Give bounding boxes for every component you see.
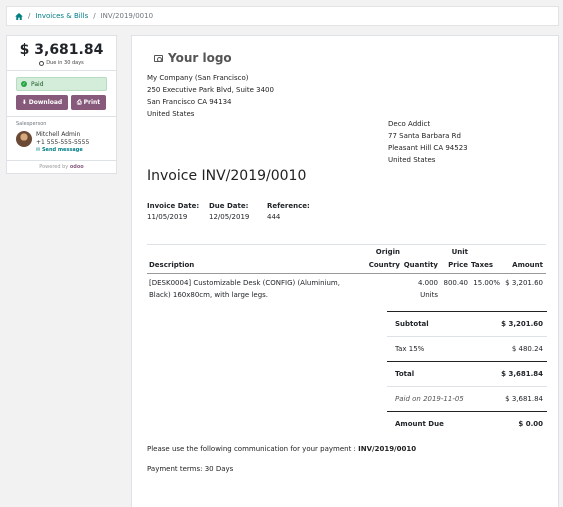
line-amount: $ 3,201.60	[505, 279, 543, 287]
company-address: My Company (San Francisco) 250 Executive…	[147, 72, 274, 120]
status-text: Paid	[31, 80, 44, 88]
invoice-date-block: Invoice Date: 11/05/2019	[147, 201, 199, 223]
powered-by-text: Powered by	[39, 164, 69, 170]
home-icon[interactable]	[15, 12, 23, 20]
salesperson-label: Salesperson	[16, 121, 47, 127]
odoo-logo[interactable]: odoo	[70, 164, 84, 170]
customer-line: Pleasant Hill CA 94523	[388, 144, 468, 152]
line-quantity: 4.000	[417, 279, 438, 287]
paid-row: Paid on 2019-11-05 $ 3,681.84	[387, 386, 547, 411]
total-label: Total	[395, 370, 415, 378]
col-origin-line2: Country	[368, 261, 400, 269]
download-icon: ⬇	[21, 99, 27, 106]
totals-table: Subtotal $ 3,201.60 Tax 15% $ 480.24 Tot…	[387, 311, 547, 436]
invoice-sidebar: $ 3,681.84 Due in 30 days ✓ Paid ⬇ Downl…	[6, 35, 117, 174]
tax-row: Tax 15% $ 480.24	[387, 336, 547, 361]
amount-due-value: $ 0.00	[518, 420, 543, 428]
line-description-1: [DESK0004] Customizable Desk (CONFIG) (A…	[149, 279, 340, 287]
reference-block: Reference: 444	[267, 201, 310, 223]
amount-due-label: Amount Due	[395, 420, 444, 428]
tax-label: Tax 15%	[395, 345, 425, 353]
customer-address: Deco Addict 77 Santa Barbara Rd Pleasant…	[388, 118, 468, 166]
col-quantity: Quantity	[403, 261, 438, 269]
sidebar-total: $ 3,681.84 Due in 30 days	[7, 36, 116, 71]
check-circle-icon: ✓	[21, 81, 27, 87]
print-label: Print	[83, 99, 101, 106]
col-unit-line2: Price	[448, 261, 468, 269]
paid-label: Paid on 2019-11-05	[395, 395, 464, 403]
tax-value: $ 480.24	[511, 345, 543, 353]
col-amount: Amount	[512, 261, 543, 269]
total-value: $ 3,681.84	[501, 370, 543, 378]
company-line: 250 Executive Park Blvd, Suite 3400	[147, 86, 274, 94]
company-line: San Francisco CA 94134	[147, 98, 232, 106]
subtotal-row: Subtotal $ 3,201.60	[387, 311, 547, 336]
breadcrumb: / Invoices & Bills / INV/2019/0010	[6, 6, 559, 26]
company-logo: Your logo	[154, 51, 232, 65]
due-info: Due in 30 days	[7, 60, 116, 66]
due-date-value: 12/05/2019	[209, 213, 250, 221]
print-button[interactable]: ⎙ Print	[71, 95, 106, 110]
breadcrumb-separator: /	[28, 12, 31, 20]
avatar	[16, 131, 32, 147]
camera-icon	[154, 54, 163, 62]
salesperson: Mitchell Admin +1 555-555-5555 ✉ Send me…	[16, 131, 107, 154]
table-row: [DESK0004] Customizable Desk (CONFIG) (A…	[147, 274, 546, 306]
table-header: Description Origin Country Quantity Unit…	[147, 244, 546, 274]
subtotal-value: $ 3,201.60	[501, 320, 543, 328]
download-label: Download	[28, 99, 63, 106]
col-unit-line1: Unit	[451, 248, 468, 256]
reference-label: Reference:	[267, 202, 310, 210]
customer-line: Deco Addict	[388, 120, 431, 128]
due-date-block: Due Date: 12/05/2019	[209, 201, 249, 223]
company-line: United States	[147, 110, 195, 118]
col-origin-line1: Origin	[375, 248, 400, 256]
line-taxes: 15.00%	[473, 279, 500, 287]
clock-icon	[39, 60, 45, 66]
status-badge: ✓ Paid	[16, 77, 107, 91]
download-button[interactable]: ⬇ Download	[16, 95, 68, 110]
chat-icon: ✉	[36, 147, 41, 153]
salesperson-name: Mitchell Admin	[36, 131, 81, 138]
communication-reference: INV/2019/0010	[358, 445, 417, 453]
line-quantity-unit: Units	[420, 291, 438, 299]
total-amount: $ 3,681.84	[19, 42, 104, 58]
reference-value: 444	[267, 213, 281, 221]
salesperson-section: Salesperson Mitchell Admin +1 555-555-55…	[7, 117, 116, 161]
col-taxes: Taxes	[470, 261, 493, 269]
payment-communication: Please use the following communication f…	[147, 445, 416, 453]
customer-line: 77 Santa Barbara Rd	[388, 132, 461, 140]
invoice-date-label: Invoice Date:	[147, 202, 200, 210]
breadcrumb-invoices-link[interactable]: Invoices & Bills	[35, 12, 88, 20]
invoice-date-value: 11/05/2019	[147, 213, 188, 221]
customer-line: United States	[388, 156, 436, 164]
subtotal-label: Subtotal	[395, 320, 429, 328]
powered-by: Powered by odoo	[7, 161, 116, 173]
print-icon: ⎙	[76, 98, 82, 106]
logo-text: Your logo	[168, 51, 232, 65]
paid-value: $ 3,681.84	[505, 395, 543, 403]
communication-text: Please use the following communication f…	[147, 445, 356, 453]
amount-due-row: Amount Due $ 0.00	[387, 411, 547, 436]
breadcrumb-current: INV/2019/0010	[100, 12, 154, 20]
due-text: Due in 30 days	[46, 60, 84, 66]
breadcrumb-separator: /	[93, 12, 96, 20]
sidebar-actions: ✓ Paid ⬇ Download ⎙ Print	[7, 71, 116, 117]
invoice-document: Your logo My Company (San Francisco) 250…	[131, 35, 559, 507]
salesperson-phone: +1 555-555-5555	[36, 139, 90, 146]
company-line: My Company (San Francisco)	[147, 74, 249, 82]
send-message-link[interactable]: ✉ Send message	[36, 147, 89, 154]
invoice-lines-table: Description Origin Country Quantity Unit…	[147, 244, 546, 306]
page-title: Invoice INV/2019/0010	[147, 168, 307, 184]
due-date-label: Due Date:	[209, 202, 249, 210]
button-row: ⬇ Download ⎙ Print	[16, 95, 107, 110]
line-description-2: Black) 160x80cm, with large legs.	[149, 291, 269, 299]
payment-terms: Payment terms: 30 Days	[147, 465, 234, 473]
col-description: Description	[149, 261, 195, 269]
total-row: Total $ 3,681.84	[387, 361, 547, 386]
line-unit-price: 800.40	[443, 279, 469, 287]
send-message-label: Send message	[41, 147, 83, 153]
